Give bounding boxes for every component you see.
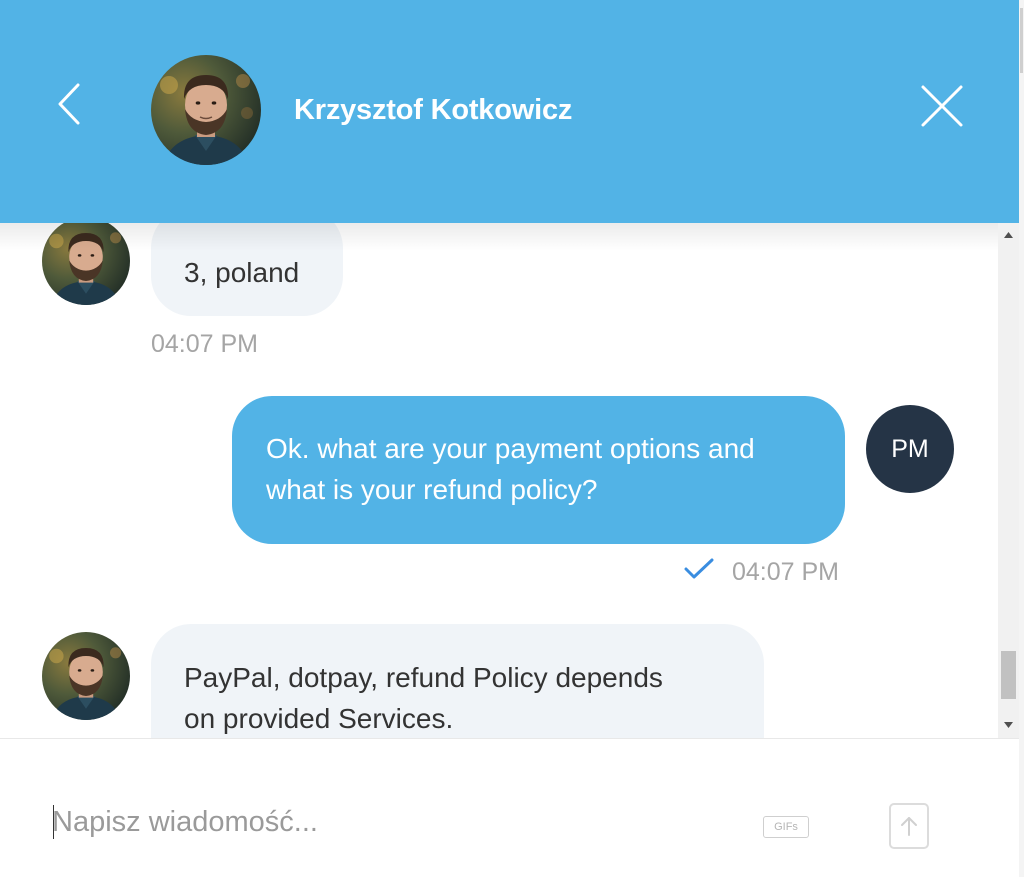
message-text-line: what is your refund policy? (266, 474, 598, 505)
scroll-up-button[interactable] (998, 225, 1019, 245)
message-list[interactable]: 3, poland 04:07 PM Ok. what are your pay… (0, 223, 998, 738)
contact-avatar-small (42, 223, 130, 305)
triangle-up-icon (1004, 232, 1013, 238)
back-button[interactable] (50, 78, 90, 130)
checkmark-icon (684, 558, 714, 579)
message-text-line: on provided Services. (184, 703, 454, 734)
chevron-left-icon (58, 83, 80, 125)
message-composer: GIFs (0, 738, 1019, 877)
chat-window: Krzysztof Kotkowicz 3, poland 04:07 PM O… (0, 0, 1024, 877)
send-button[interactable] (889, 803, 929, 849)
incoming-message: PayPal, dotpay, refund Policy depends on… (151, 624, 764, 738)
message-input[interactable] (52, 799, 732, 845)
message-timestamp: 04:07 PM (732, 558, 840, 586)
text-caret (53, 805, 54, 839)
message-scrollbar[interactable] (998, 223, 1019, 738)
chat-header: Krzysztof Kotkowicz (0, 0, 1019, 223)
user-avatar: PM (866, 405, 954, 493)
outgoing-message: Ok. what are your payment options and wh… (232, 396, 845, 544)
triangle-down-icon (1004, 722, 1013, 728)
message-timestamp: 04:07 PM (151, 330, 259, 358)
close-icon (921, 85, 963, 127)
message-text: 3, poland (184, 256, 300, 288)
arrow-up-icon (901, 817, 917, 836)
message-text-line: PayPal, dotpay, refund Policy depends (184, 662, 663, 693)
gifs-button[interactable]: GIFs (763, 816, 809, 838)
window-scrollbar[interactable] (1019, 0, 1024, 877)
scroll-thumb[interactable] (1001, 651, 1016, 699)
scroll-down-button[interactable] (998, 715, 1019, 735)
contact-name: Krzysztof Kotkowicz (294, 94, 573, 126)
message-text-line: Ok. what are your payment options and (266, 433, 755, 464)
contact-avatar (151, 55, 261, 165)
incoming-message: 3, poland (151, 223, 343, 316)
contact-avatar-small (42, 632, 130, 720)
close-button[interactable] (918, 82, 966, 130)
window-scroll-thumb[interactable] (1020, 8, 1023, 73)
